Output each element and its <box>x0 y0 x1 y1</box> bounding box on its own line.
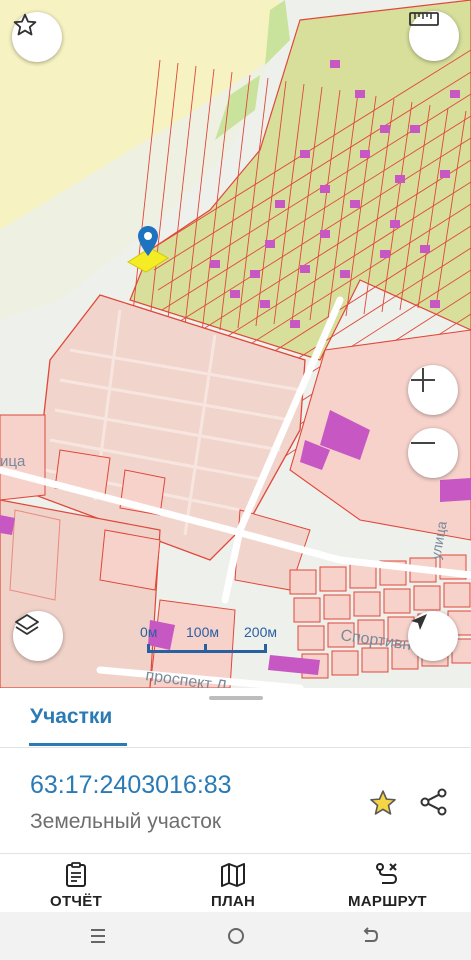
report-button[interactable]: ОТЧЁТ <box>50 862 102 910</box>
recent-apps-button[interactable] <box>86 924 110 948</box>
route-button[interactable]: МАРШРУТ <box>348 862 427 910</box>
scale-tick <box>264 644 267 653</box>
layers-icon <box>15 614 39 635</box>
street-label: ица <box>0 453 26 470</box>
scale-label: 200м <box>244 624 277 640</box>
scale-tick <box>204 644 207 653</box>
share-icon <box>420 788 447 816</box>
divider <box>0 747 471 748</box>
plan-label: ПЛАН <box>211 893 256 910</box>
favorite-button[interactable] <box>12 12 62 62</box>
map-canvas[interactable]: Спортивная проспект Л ица улица <box>0 0 471 688</box>
map-plan-icon <box>221 863 246 887</box>
scale-line <box>148 650 266 653</box>
plan-button[interactable]: ПЛАН <box>211 862 255 910</box>
map-scale-bar: 0м 100м 200м <box>140 624 280 654</box>
object-type: Земельный участок <box>30 810 222 833</box>
sheet-drag-handle[interactable] <box>209 696 263 700</box>
report-clipboard-icon <box>66 862 87 887</box>
back-icon <box>363 927 379 942</box>
route-label: МАРШРУТ <box>348 893 427 910</box>
plus-icon <box>411 368 435 392</box>
back-button[interactable] <box>358 924 382 948</box>
system-navigation-bar <box>0 912 471 960</box>
zoom-in-button[interactable] <box>408 365 458 415</box>
report-label: ОТЧЁТ <box>50 893 103 910</box>
home-circle-icon <box>228 928 244 944</box>
location-marker-icon[interactable] <box>138 226 158 256</box>
cadastral-number[interactable]: 63:17:2403016:83 <box>30 771 232 800</box>
add-favorite-button[interactable] <box>368 788 398 818</box>
action-bar: ОТЧЁТ ПЛАН МАРШРУТ <box>0 853 471 912</box>
ruler-button[interactable] <box>409 11 459 61</box>
share-button[interactable] <box>419 787 449 817</box>
parcel-bottom-sheet: Участки 63:17:2403016:83 Земельный участ… <box>0 688 471 960</box>
minus-icon <box>411 442 435 444</box>
layers-button[interactable] <box>13 611 63 661</box>
star-icon <box>370 790 396 815</box>
tab-indicator <box>29 743 127 746</box>
menu-icon <box>91 929 105 943</box>
navigation-arrow-icon <box>411 614 427 630</box>
ruler-icon <box>409 12 439 26</box>
home-button[interactable] <box>224 924 248 948</box>
scale-label: 100м <box>186 624 219 640</box>
route-icon <box>376 863 398 884</box>
scale-tick <box>147 644 150 653</box>
map-view[interactable]: Спортивная проспект Л ица улица 0м 100м … <box>0 0 471 688</box>
tab-parcels[interactable]: Участки <box>30 705 112 729</box>
star-outline-icon <box>13 13 37 36</box>
scale-label: 0м <box>140 624 158 640</box>
zoom-out-button[interactable] <box>408 428 458 478</box>
my-location-button[interactable] <box>408 611 458 661</box>
